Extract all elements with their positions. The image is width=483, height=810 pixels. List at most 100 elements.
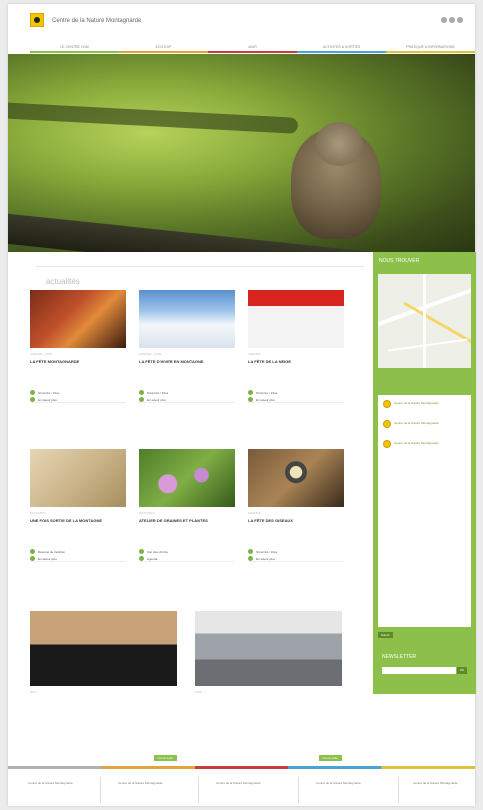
link-label[interactable]: En savoir plus	[38, 557, 57, 561]
tweet-header: Centre de la Nature Montagnarde	[383, 420, 466, 428]
news-card[interactable]: AGENDA · CNM LA FÊTE MONTAGNARDE S'inscr…	[30, 290, 126, 403]
card-title[interactable]: LA FÊTE MONTAGNARDE	[30, 359, 126, 364]
tweet-header: Centre de la Nature Montagnarde	[383, 400, 466, 408]
card-category: ECO-EXPO	[30, 511, 46, 515]
footer-column[interactable]: Centre de la Nature Montagnarde	[28, 781, 88, 785]
card-link[interactable]: S'inscrire / Infos	[248, 390, 344, 395]
card-title[interactable]: LA FÊTE DES OISEAUX	[248, 518, 344, 523]
card-link[interactable]: S'inscrire / Infos	[248, 549, 344, 554]
avatar[interactable]	[383, 440, 391, 448]
read-more-button[interactable]: Lire la suite	[318, 755, 342, 761]
card-link[interactable]: Agenda	[139, 556, 235, 561]
footer-column[interactable]: Centre de la Nature Montagnarde	[413, 781, 468, 785]
bullet-icon	[139, 549, 144, 554]
footer-column[interactable]: Centre de la Nature Montagnarde	[316, 781, 376, 785]
link-label[interactable]: S'inscrire / Infos	[147, 391, 168, 395]
tweet-author[interactable]: Centre de la Nature Montagnarde	[394, 402, 439, 406]
footer-divider	[398, 777, 399, 803]
bullet-icon	[248, 397, 253, 402]
location-map[interactable]	[378, 274, 471, 368]
nav-item[interactable]: ECO-EXP	[119, 43, 208, 53]
news-card[interactable]: ECO-EXPO UNE FOIS SORTIE DE LA MONTAGNE …	[30, 449, 126, 562]
news-card[interactable]: AGENDA LA FÊTE DE LA NEIGE S'inscrire / …	[248, 290, 344, 403]
card-category: ACTIVITÉS	[139, 511, 155, 515]
card-link[interactable]: S'inscrire / Infos	[30, 390, 126, 395]
card-title[interactable]: ATELIER DE GRAINES ET PLANTES	[139, 518, 235, 523]
card-image[interactable]	[30, 449, 126, 507]
card-image[interactable]	[30, 290, 126, 348]
footer-divider	[100, 777, 101, 803]
link-label[interactable]: Résumé de l'activité	[38, 550, 65, 554]
footer-color-bar	[8, 766, 475, 769]
avatar[interactable]	[383, 400, 391, 408]
card-image[interactable]	[195, 611, 342, 686]
card-image[interactable]	[139, 290, 235, 348]
card-category: AGENDA · CNM	[30, 352, 53, 356]
footer: Centre de la Nature Montagnarde Centre d…	[8, 766, 475, 806]
card-image[interactable]	[248, 449, 344, 507]
newsletter-title: NEWSLETTER	[382, 654, 417, 660]
map-road	[388, 338, 468, 352]
newsletter-email-input[interactable]	[382, 667, 456, 674]
rss-icon[interactable]	[457, 17, 463, 23]
map-title: NOUS TROUVER	[379, 258, 420, 264]
nav-item[interactable]: LE CENTRE CNM	[30, 43, 119, 53]
card-body	[139, 529, 235, 547]
feature-card[interactable]: CNM Lire la suite	[195, 611, 342, 761]
follow-button[interactable]: Suivre	[378, 632, 393, 638]
site-title[interactable]: Centre de la Nature Montagnarde	[52, 18, 141, 24]
avatar[interactable]	[383, 420, 391, 428]
link-label[interactable]: En savoir plus	[256, 557, 275, 561]
card-image[interactable]	[139, 449, 235, 507]
link-label[interactable]: S'inscrire / Infos	[38, 391, 59, 395]
nav-item[interactable]: AGIR	[208, 43, 297, 53]
footer-column[interactable]: Centre de la Nature Montagnarde	[118, 781, 178, 785]
news-card[interactable]: ACTIVITÉS ATELIER DE GRAINES ET PLANTES …	[139, 449, 235, 562]
logo[interactable]	[30, 13, 44, 27]
card-link[interactable]: Résumé de l'activité	[30, 549, 126, 554]
card-link[interactable]: En savoir plus	[30, 397, 126, 402]
card-title[interactable]: UNE FOIS SORTIE DE LA MONTAGNE	[30, 518, 126, 523]
facebook-icon[interactable]	[441, 17, 447, 23]
tweet-author[interactable]: Centre de la Nature Montagnarde	[394, 442, 439, 446]
footer-divider	[298, 777, 299, 803]
card-link[interactable]: En savoir plus	[248, 556, 344, 561]
link-label[interactable]: Agenda	[147, 557, 157, 561]
news-card[interactable]: AGENDA LA FÊTE DES OISEAUX S'inscrire / …	[248, 449, 344, 562]
hero-image	[8, 54, 475, 252]
card-image[interactable]	[30, 611, 177, 686]
nav-item[interactable]: ACTIVITÉS & SORTIES	[297, 43, 386, 53]
link-label[interactable]: S'inscrire / Infos	[256, 391, 277, 395]
link-label[interactable]: Voir plus d'infos	[147, 550, 168, 554]
card-body	[248, 370, 344, 388]
bullet-icon	[248, 556, 253, 561]
card-link[interactable]: En savoir plus	[248, 397, 344, 402]
link-label[interactable]: En savoir plus	[256, 398, 275, 402]
card-title[interactable]: LA FÊTE DE LA NEIGE	[248, 359, 344, 364]
footer-column[interactable]: Centre de la Nature Montagnarde	[216, 781, 276, 785]
newsletter-submit-button[interactable]: OK	[457, 667, 467, 674]
card-link[interactable]: En savoir plus	[139, 397, 235, 402]
map-road	[423, 274, 426, 368]
link-label[interactable]: En savoir plus	[38, 398, 57, 402]
link-label[interactable]: En savoir plus	[147, 398, 166, 402]
card-link[interactable]: Voir plus d'infos	[139, 549, 235, 554]
bullet-icon	[30, 397, 35, 402]
card-body	[139, 370, 235, 388]
read-more-button[interactable]: Lire la suite	[153, 755, 177, 761]
sidebar: NOUS TROUVER Centre de la Nature Montagn…	[373, 252, 476, 694]
tweet-author[interactable]: Centre de la Nature Montagnarde	[394, 422, 439, 426]
card-link[interactable]: S'inscrire / Infos	[139, 390, 235, 395]
card-body	[30, 370, 126, 388]
card-category: CNM	[195, 690, 202, 694]
nav-item[interactable]: PRATIQUE & INFORMATIONS	[386, 43, 475, 53]
feature-card[interactable]: ECO Lire la suite	[30, 611, 177, 761]
card-title[interactable]: LA FÊTE D'HIVER EN MONTAGNE	[139, 359, 235, 364]
news-card[interactable]: AGENDA · CNM LA FÊTE D'HIVER EN MONTAGNE…	[139, 290, 235, 403]
card-link[interactable]: En savoir plus	[30, 556, 126, 561]
card-body	[248, 529, 344, 547]
bullet-icon	[139, 397, 144, 402]
card-image[interactable]	[248, 290, 344, 348]
twitter-icon[interactable]	[449, 17, 455, 23]
link-label[interactable]: S'inscrire / Infos	[256, 550, 277, 554]
